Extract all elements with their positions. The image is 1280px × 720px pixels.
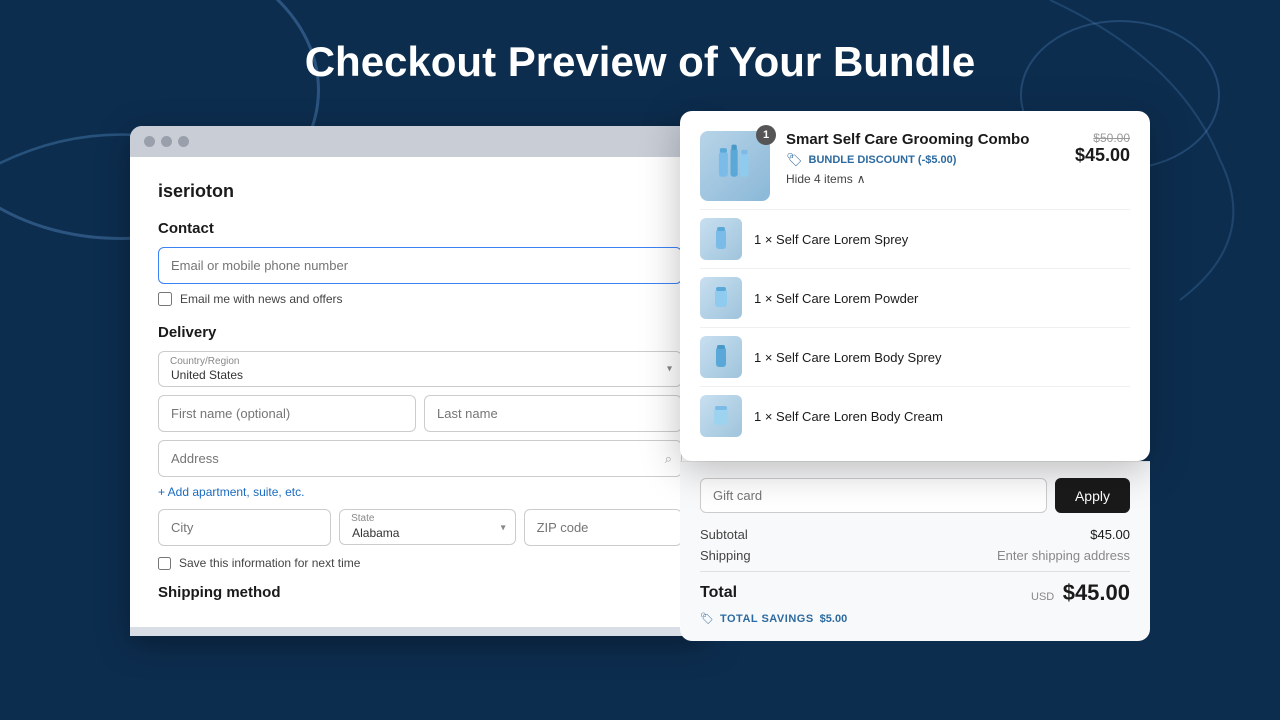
bundle-discount-text: BUNDLE DISCOUNT (-$5.00) bbox=[809, 154, 957, 166]
shipping-value: Enter shipping address bbox=[997, 548, 1130, 563]
zip-input[interactable] bbox=[524, 509, 682, 546]
item-row: 1 × Self Care Lorem Sprey bbox=[700, 209, 1130, 268]
delivery-section: Delivery Country/Region United States ▾ bbox=[158, 324, 682, 570]
hide-items-toggle[interactable]: Hide 4 items ∧ bbox=[786, 172, 1059, 186]
total-value: $45.00 bbox=[1063, 580, 1130, 605]
total-row: Total USD $45.00 bbox=[700, 571, 1130, 606]
bundle-price-col: $50.00 $45.00 bbox=[1075, 131, 1130, 166]
save-info-label: Save this information for next time bbox=[179, 556, 360, 570]
total-currency: USD bbox=[1031, 591, 1054, 603]
last-name-input[interactable] bbox=[424, 395, 682, 432]
browser-bar bbox=[130, 126, 710, 157]
browser-window: iserioton Contact Email me with news and… bbox=[130, 126, 710, 636]
item-thumb-2 bbox=[700, 277, 742, 319]
original-price: $50.00 bbox=[1075, 131, 1130, 145]
bundle-discount-row: 🏷 BUNDLE DISCOUNT (-$5.00) bbox=[786, 152, 1059, 168]
checkout-form: iserioton Contact Email me with news and… bbox=[130, 157, 710, 627]
subtotal-value: $45.00 bbox=[1090, 527, 1130, 542]
item-thumb-4 bbox=[700, 395, 742, 437]
subtotal-label: Subtotal bbox=[700, 527, 748, 542]
item-row: 1 × Self Care Loren Body Cream bbox=[700, 386, 1130, 445]
page-title: Checkout Preview of Your Bundle bbox=[0, 0, 1280, 116]
savings-tag-icon: 🏷 bbox=[700, 612, 714, 625]
add-apartment-link[interactable]: + Add apartment, suite, etc. bbox=[158, 485, 682, 499]
item-name-4: 1 × Self Care Loren Body Cream bbox=[754, 409, 943, 424]
newsletter-label: Email me with news and offers bbox=[180, 292, 343, 306]
discount-tag-icon: 🏷 bbox=[786, 152, 803, 168]
bundle-image-wrap: 1 bbox=[700, 131, 770, 201]
final-price: $45.00 bbox=[1075, 145, 1130, 166]
item-product-icon-3 bbox=[707, 343, 735, 371]
email-input[interactable] bbox=[158, 247, 682, 284]
bundle-title: Smart Self Care Grooming Combo bbox=[786, 131, 1059, 148]
item-product-icon-1 bbox=[707, 225, 735, 253]
item-row: 1 × Self Care Lorem Powder bbox=[700, 268, 1130, 327]
contact-label: Contact bbox=[158, 220, 682, 237]
browser-dot-red bbox=[144, 136, 155, 147]
savings-label: TOTAL SAVINGS bbox=[720, 613, 814, 625]
total-label: Total bbox=[700, 584, 737, 602]
delivery-label: Delivery bbox=[158, 324, 682, 341]
bundle-badge: 1 bbox=[756, 125, 776, 145]
store-name: iserioton bbox=[158, 181, 682, 202]
item-product-icon-4 bbox=[707, 402, 735, 430]
item-thumb-3 bbox=[700, 336, 742, 378]
browser-dot-yellow bbox=[161, 136, 172, 147]
shipping-row: Shipping Enter shipping address bbox=[700, 548, 1130, 563]
city-input[interactable] bbox=[158, 509, 331, 546]
first-name-input[interactable] bbox=[158, 395, 416, 432]
bundle-product-icon bbox=[710, 141, 760, 191]
country-label: Country/Region bbox=[170, 356, 239, 367]
browser-dot-green bbox=[178, 136, 189, 147]
savings-value: $5.00 bbox=[820, 613, 848, 625]
item-list: 1 × Self Care Lorem Sprey 1 × Self Care … bbox=[700, 209, 1130, 445]
country-wrapper: Country/Region United States ▾ bbox=[158, 351, 682, 387]
save-info-checkbox[interactable] bbox=[158, 557, 171, 570]
item-row: 1 × Self Care Lorem Body Sprey bbox=[700, 327, 1130, 386]
hide-items-chevron-icon: ∧ bbox=[857, 172, 866, 186]
newsletter-checkbox[interactable] bbox=[158, 292, 172, 306]
apply-button[interactable]: Apply bbox=[1055, 478, 1130, 513]
newsletter-row: Email me with news and offers bbox=[158, 292, 682, 306]
address-input[interactable] bbox=[158, 440, 682, 477]
address-wrapper: ⌕ bbox=[158, 440, 682, 477]
bundle-header: 1 Smart Sel bbox=[700, 131, 1130, 201]
gift-card-row: Apply bbox=[700, 478, 1130, 513]
savings-row: 🏷 TOTAL SAVINGS $5.00 bbox=[700, 612, 1130, 625]
save-info-row: Save this information for next time bbox=[158, 556, 682, 570]
total-price-group: USD $45.00 bbox=[1031, 580, 1130, 606]
item-thumb-1 bbox=[700, 218, 742, 260]
content-area: iserioton Contact Email me with news and… bbox=[0, 116, 1280, 641]
shipping-method-label: Shipping method bbox=[158, 584, 682, 601]
item-name-1: 1 × Self Care Lorem Sprey bbox=[754, 232, 908, 247]
shipping-label: Shipping bbox=[700, 548, 751, 563]
address-search-icon: ⌕ bbox=[665, 451, 672, 467]
item-name-2: 1 × Self Care Lorem Powder bbox=[754, 291, 918, 306]
state-label: State bbox=[351, 513, 374, 524]
gift-card-input[interactable] bbox=[700, 478, 1047, 513]
name-row bbox=[158, 395, 682, 432]
state-wrapper: State Alabama ▾ bbox=[339, 509, 516, 546]
order-panel: 1 Smart Sel bbox=[710, 116, 1150, 641]
city-state-zip-row: State Alabama ▾ bbox=[158, 509, 682, 546]
order-summary-bottom: Apply Subtotal $45.00 Shipping Enter shi… bbox=[680, 461, 1150, 641]
bundle-info: Smart Self Care Grooming Combo 🏷 BUNDLE … bbox=[786, 131, 1059, 186]
item-product-icon-2 bbox=[707, 284, 735, 312]
browser-content: iserioton Contact Email me with news and… bbox=[130, 157, 710, 627]
bundle-card: 1 Smart Sel bbox=[680, 111, 1150, 461]
item-name-3: 1 × Self Care Lorem Body Sprey bbox=[754, 350, 942, 365]
subtotal-row: Subtotal $45.00 bbox=[700, 527, 1130, 542]
